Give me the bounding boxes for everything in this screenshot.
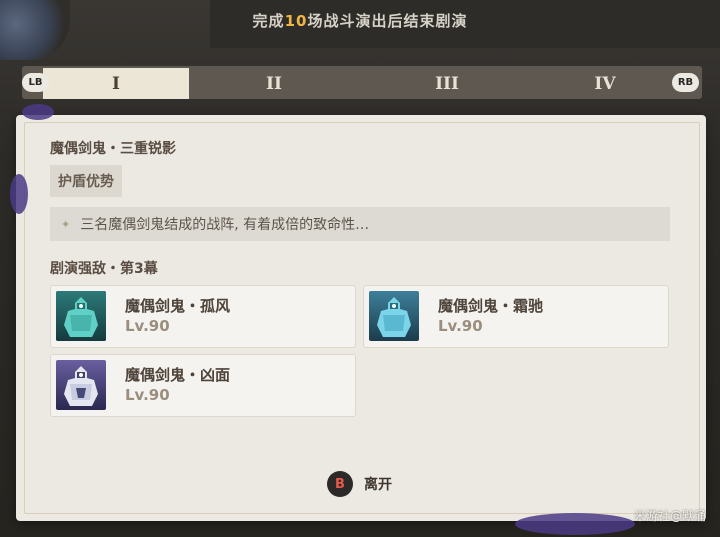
enemy-card[interactable]: 魔偶剑鬼・孤风 Lv.90	[50, 285, 356, 348]
tab-act-3[interactable]: III	[359, 68, 535, 99]
stage-description-text: 三名魔偶剑鬼结成的战阵, 有着成倍的致命性…	[80, 217, 370, 233]
b-key-icon: B	[327, 471, 353, 497]
leave-button[interactable]: B 离开	[327, 471, 392, 497]
round-goal-banner: 完成10场战斗演出后结束剧演	[252, 12, 468, 30]
enemy-level: Lv.90	[125, 317, 170, 335]
enemy-card[interactable]: 魔偶剑鬼・凶面 Lv.90	[50, 354, 356, 417]
tab-act-1[interactable]: I	[43, 68, 189, 99]
leave-label: 离开	[364, 477, 392, 493]
enemy-name: 魔偶剑鬼・凶面	[125, 366, 231, 384]
ruin-grader-cyan-icon	[369, 291, 419, 341]
stage-description: ✦ 三名魔偶剑鬼结成的战阵, 有着成倍的致命性…	[50, 207, 670, 241]
purple-mist-decoration	[10, 174, 28, 214]
rb-shoulder-button[interactable]: RB	[672, 73, 699, 92]
enemy-name: 魔偶剑鬼・霜驰	[438, 297, 544, 315]
watermark: 米游社@默涌	[633, 509, 706, 523]
diamond-bullet-icon: ✦	[61, 217, 71, 231]
stage-tag: 护盾优势	[50, 165, 122, 197]
lb-shoulder-button[interactable]: LB	[22, 73, 49, 92]
enemy-name: 魔偶剑鬼・孤风	[125, 297, 231, 315]
enemies-section-title: 剧演强敌・第3幕	[50, 261, 158, 277]
purple-mist-decoration	[22, 104, 54, 120]
enemy-card[interactable]: 魔偶剑鬼・霜驰 Lv.90	[363, 285, 669, 348]
ruin-grader-teal-icon	[56, 291, 106, 341]
stage-title: 魔偶剑鬼・三重锐影	[50, 141, 176, 157]
tab-act-4[interactable]: IV	[535, 68, 675, 99]
tab-act-2[interactable]: II	[189, 68, 359, 99]
enemy-level: Lv.90	[125, 386, 170, 404]
enemy-level: Lv.90	[438, 317, 483, 335]
purple-mist-decoration	[515, 513, 635, 535]
ruin-grader-white-icon	[56, 360, 106, 410]
